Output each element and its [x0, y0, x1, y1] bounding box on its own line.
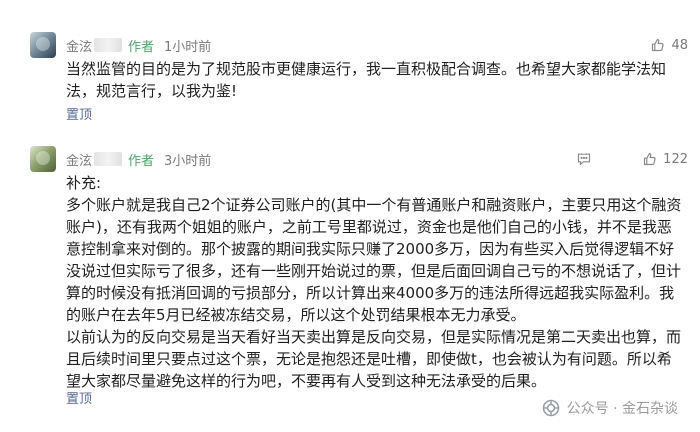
like-icon[interactable]	[651, 38, 665, 52]
like-count: 122	[663, 151, 688, 167]
like-icon[interactable]	[643, 152, 657, 166]
nickname-blur	[94, 152, 123, 166]
nickname-blur	[94, 38, 123, 52]
comment-time: 3小时前	[164, 153, 212, 169]
like-count: 48	[671, 37, 688, 53]
wechat-official-account-icon	[541, 398, 561, 418]
comment-time: 1小时前	[164, 39, 212, 55]
pinned-label[interactable]: 置顶	[66, 388, 92, 407]
nickname[interactable]: 金泫	[66, 150, 92, 169]
comment-meta: 金泫 作者 1小时前	[66, 35, 211, 55]
pinned-label[interactable]: 置顶	[66, 104, 92, 123]
comment-actions: 48	[651, 35, 688, 55]
watermark: 公众号 · 金石杂谈	[541, 398, 678, 418]
author-badge: 作者	[128, 153, 155, 169]
comment-actions: 122	[577, 149, 688, 169]
reply-icon[interactable]	[577, 152, 591, 166]
comment-text: 补充: 多个账户就是我自己2个证券公司账户的(其中一个有普通账户和融资账户，主要…	[66, 174, 682, 390]
avatar[interactable]	[30, 146, 56, 172]
watermark-text: 公众号 · 金石杂谈	[566, 401, 678, 417]
author-badge: 作者	[128, 39, 155, 55]
avatar[interactable]	[30, 32, 56, 58]
nickname[interactable]: 金泫	[66, 36, 92, 55]
comment-text: 当然监管的目的是为了规范股市更健康运行，我一直积极配合调查。也希望大家都能学法知…	[66, 60, 667, 100]
comment-meta: 金泫 作者 3小时前	[66, 149, 211, 169]
